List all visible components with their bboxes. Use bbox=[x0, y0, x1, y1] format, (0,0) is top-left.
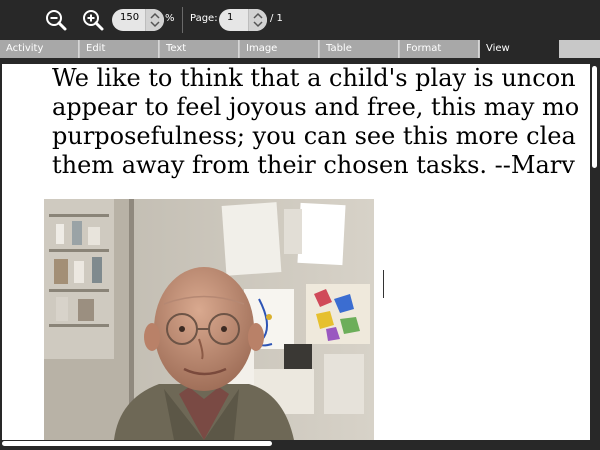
text-line: purposefulness; you can see this more cl… bbox=[52, 122, 576, 150]
toolbar-separator bbox=[182, 7, 183, 33]
tab-activity[interactable]: Activity bbox=[0, 40, 79, 58]
text-line: them away from their chosen tasks. --Mar… bbox=[52, 151, 575, 179]
page-label: Page: bbox=[190, 13, 218, 24]
zoom-stepper[interactable] bbox=[145, 9, 164, 31]
tab-view[interactable]: View bbox=[480, 40, 559, 58]
toolbar: 150 % Page: 1 / 1 bbox=[0, 0, 600, 40]
tab-image[interactable]: Image bbox=[240, 40, 319, 58]
page-spinbox[interactable]: 1 bbox=[219, 9, 267, 31]
tab-bar: Activity Edit Text Image Table Format Vi… bbox=[0, 40, 600, 58]
text-line: We like to think that a child's play is … bbox=[52, 64, 576, 92]
page-value: 1 bbox=[227, 12, 234, 23]
tab-format[interactable]: Format bbox=[400, 40, 479, 58]
zoom-out-icon[interactable] bbox=[44, 8, 68, 32]
text-cursor bbox=[383, 270, 384, 298]
horizontal-scrollbar-thumb[interactable] bbox=[2, 441, 272, 446]
embedded-photo[interactable] bbox=[44, 199, 374, 440]
page-total: / 1 bbox=[270, 13, 283, 24]
text-line: appear to feel joyous and free, this may… bbox=[52, 93, 580, 121]
document-page[interactable]: We like to think that a child's play is … bbox=[2, 64, 590, 440]
page-stepper[interactable] bbox=[248, 9, 267, 31]
stepper-arrows-icon bbox=[150, 12, 160, 28]
tab-table[interactable]: Table bbox=[320, 40, 399, 58]
stepper-arrows-icon bbox=[253, 12, 263, 28]
zoom-value: 150 bbox=[120, 12, 140, 23]
tab-text[interactable]: Text bbox=[160, 40, 239, 58]
zoom-spinbox[interactable]: 150 bbox=[112, 9, 164, 31]
tab-edit[interactable]: Edit bbox=[80, 40, 159, 58]
zoom-unit: % bbox=[165, 13, 175, 24]
vertical-scrollbar-thumb[interactable] bbox=[592, 66, 597, 168]
document-text[interactable]: We like to think that a child's play is … bbox=[52, 64, 579, 180]
zoom-in-icon[interactable] bbox=[81, 8, 105, 32]
